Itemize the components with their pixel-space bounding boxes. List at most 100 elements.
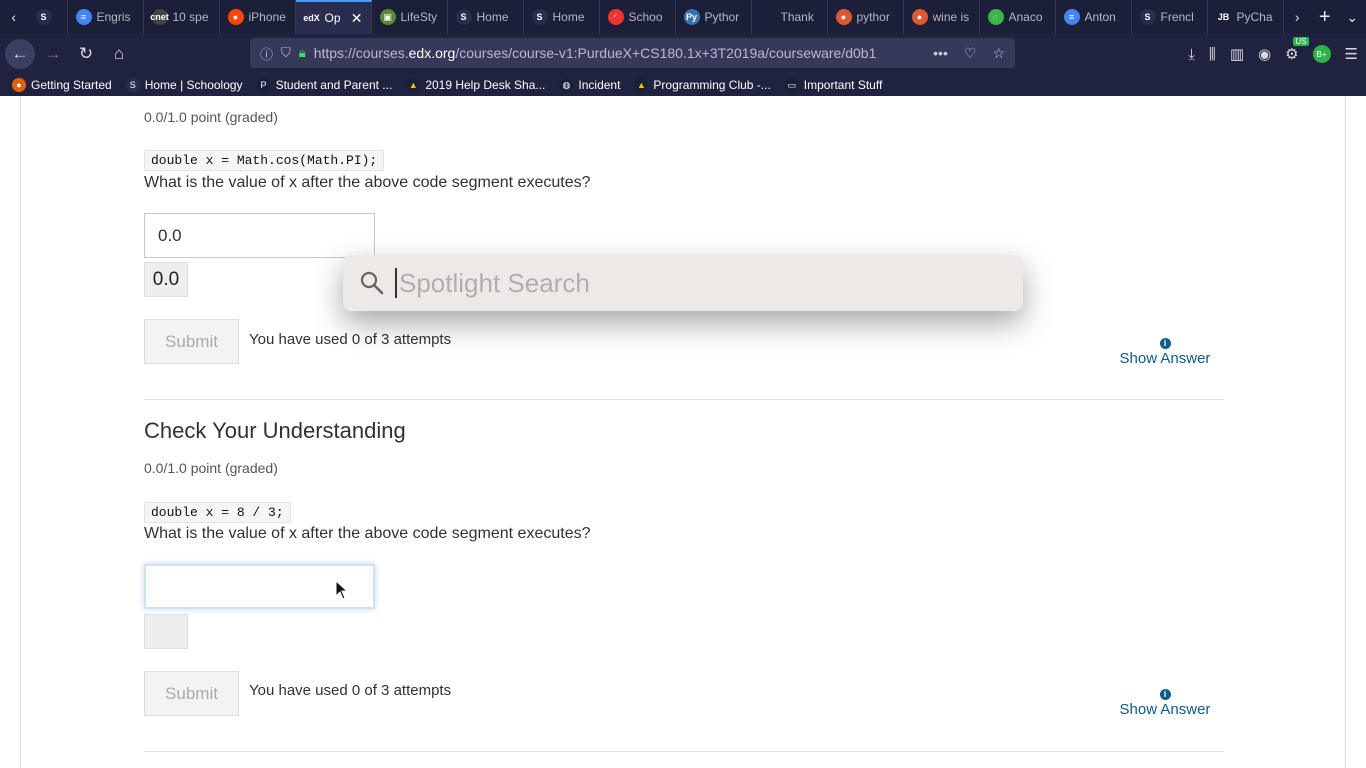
browser-tab[interactable]: edX Op ✕ (295, 0, 372, 34)
problem-2-show-answer[interactable]: i Show Answer (1115, 684, 1215, 718)
lock-icon[interactable]: 🔒︎ (299, 45, 306, 61)
tab-favicon-icon: ● (835, 9, 852, 25)
browser-tab[interactable]: S (28, 0, 68, 34)
magnifier-icon (360, 271, 384, 295)
problem-2-question: What is the value of x after the above c… (144, 525, 591, 542)
browser-tab[interactable]: ▣ LifeSty (372, 0, 448, 34)
problem-1-answer-preview: 0.0 (144, 262, 188, 297)
info-icon: i (1159, 689, 1171, 700)
new-tab-icon[interactable]: + (1311, 0, 1339, 34)
tab-scroll-right-icon[interactable]: › (1284, 0, 1312, 34)
grade-extension-icon[interactable]: B+ (1312, 45, 1331, 63)
problem-1-question: What is the value of x after the above c… (144, 174, 591, 191)
course-page: 0.0/1.0 point (graded) double x = Math.c… (0, 96, 1366, 768)
problem-1-show-answer[interactable]: i Show Answer (1115, 333, 1215, 367)
tab-favicon-icon: ◌ (987, 9, 1004, 25)
tab-label: Anton (1084, 10, 1116, 24)
shield-icon[interactable]: ⛉ (281, 45, 291, 61)
tab-label: Frencl (1160, 10, 1194, 24)
tab-favicon-icon: ● (227, 9, 244, 25)
tab-label: Pythor (704, 10, 740, 24)
menu-icon[interactable]: ☰ (1345, 45, 1358, 63)
tab-label: Home (476, 10, 509, 24)
bookmark-item[interactable]: ● Getting Started (12, 78, 112, 92)
tab-label: iPhone (248, 10, 286, 24)
tab-favicon-icon: S (1139, 9, 1156, 25)
spotlight-search-bar[interactable]: Spotlight Search (343, 255, 1023, 311)
tab-favicon-icon: JB (1215, 9, 1232, 25)
problem-1-answer-input[interactable]: 0.0 (144, 213, 375, 258)
browser-tab[interactable]: Py Pythor (676, 0, 752, 34)
tab-favicon-icon (759, 9, 776, 25)
problem-2-code: double x = 8 / 3; (144, 502, 1224, 523)
browser-tab[interactable]: ≡ Engris (68, 0, 144, 34)
bookmark-item[interactable]: ▭ Important Stuff (784, 78, 883, 92)
tab-label: Thank (780, 10, 814, 24)
problem-1-points: 0.0/1.0 point (graded) (144, 109, 278, 125)
problem-2-submit-button[interactable]: Submit (144, 671, 239, 716)
folder-icon: ▭ (784, 78, 799, 92)
forward-icon[interactable]: → (38, 39, 68, 69)
account-icon[interactable]: ◉ (1258, 45, 1271, 63)
firefox-icon: ● (12, 78, 26, 92)
browser-tab[interactable]: cnet 10 spe (144, 0, 220, 34)
bookmark-label: Home | Schoology (144, 78, 243, 92)
vpn-extension-icon[interactable]: ⚙ US (1285, 37, 1309, 63)
bookmark-label: Programming Club -... (653, 78, 771, 92)
info-icon: i (1159, 338, 1171, 349)
problem-2-points: 0.0/1.0 point (graded) (144, 460, 278, 476)
browser-tab[interactable]: ● iPhone (220, 0, 296, 34)
bookmark-label: Important Stuff (803, 78, 883, 92)
browser-tab[interactable]: ◜ Schoo (600, 0, 676, 34)
url-text[interactable]: https://courses.edx.org/courses/course-v… (314, 45, 914, 61)
problem-2-title: Check Your Understanding (144, 418, 406, 443)
back-icon[interactable]: ← (5, 39, 35, 69)
spotlight-search-input[interactable]: Spotlight Search (395, 268, 590, 298)
browser-tab[interactable]: ◌ Anaco (980, 0, 1056, 34)
tab-label: Home (552, 10, 585, 24)
browser-tab[interactable]: ● wine is (904, 0, 980, 34)
browser-tab[interactable]: S Frencl (1132, 0, 1208, 34)
library-icon[interactable]: ⫼ (1209, 46, 1216, 63)
bookmark-item[interactable]: ▲ 2019 Help Desk Sha... (406, 78, 545, 92)
tab-label: Anaco (1008, 10, 1043, 24)
browser-tab[interactable]: ≡ Anton (1056, 0, 1132, 34)
tab-label: Schoo (628, 10, 663, 24)
close-tab-icon[interactable]: ✕ (351, 10, 363, 27)
browser-tab[interactable]: JB PyCha (1208, 0, 1284, 34)
tab-favicon-icon: S (455, 9, 472, 25)
browser-tab[interactable]: ● pythor (828, 0, 904, 34)
schoology-icon: S (125, 78, 140, 92)
info-icon[interactable]: ⓘ (260, 44, 273, 63)
reload-icon[interactable]: ↻ (71, 39, 101, 69)
tab-favicon-icon: cnet (150, 9, 169, 25)
browser-tab[interactable]: S Home (448, 0, 524, 34)
tab-label: wine is (932, 10, 970, 24)
tab-favicon-icon: S (531, 9, 548, 25)
problem-1-code: double x = Math.cos(Math.PI); (144, 150, 1224, 171)
browser-tab[interactable]: S Home (524, 0, 600, 34)
show-answer-label[interactable]: Show Answer (1120, 350, 1211, 367)
globe-icon: ◍ (559, 78, 574, 92)
bookmark-item[interactable]: ◍ Incident (559, 78, 620, 92)
bookmark-star-icon[interactable]: ☆ (992, 45, 1005, 62)
tab-overflow-left-icon[interactable]: ‹ (0, 0, 28, 34)
bookmarks-toolbar: ● Getting Started S Home | Schoology P Studen… (0, 74, 1366, 96)
tab-list-icon[interactable]: ⌄ (1339, 0, 1366, 34)
browser-tab[interactable]: Thank (752, 0, 828, 34)
sidebar-icon[interactable]: ▥ (1230, 45, 1244, 63)
home-icon[interactable]: ⌂ (104, 39, 134, 69)
browser-chrome: ‹ S ≡ Engris cnet 10 spe ● iPhone edX Op ✕ ▣ LifeSt… (0, 0, 1366, 96)
downloads-icon[interactable]: ⤓ (1188, 46, 1195, 63)
problem-1-submit-button[interactable]: Submit (144, 319, 239, 364)
bookmark-item[interactable]: ▲ Programming Club -... (634, 78, 771, 92)
pocket-icon[interactable]: ♡ (964, 45, 977, 62)
bookmark-item[interactable]: S Home | Schoology (125, 78, 243, 92)
tab-label: LifeSty (400, 10, 438, 24)
us-badge: US (1293, 37, 1309, 46)
bookmark-item[interactable]: P Student and Parent ... (256, 78, 392, 92)
url-bar[interactable]: ⓘ ⛉ 🔒︎ https://courses.edx.org/courses/c… (250, 38, 1015, 68)
show-answer-label[interactable]: Show Answer (1120, 701, 1211, 718)
page-actions-icon[interactable]: ••• (933, 45, 948, 61)
navigation-bar: ← → ↻ ⌂ ⓘ ⛉ 🔒︎ https://courses.edx.org/c… (0, 34, 1366, 74)
